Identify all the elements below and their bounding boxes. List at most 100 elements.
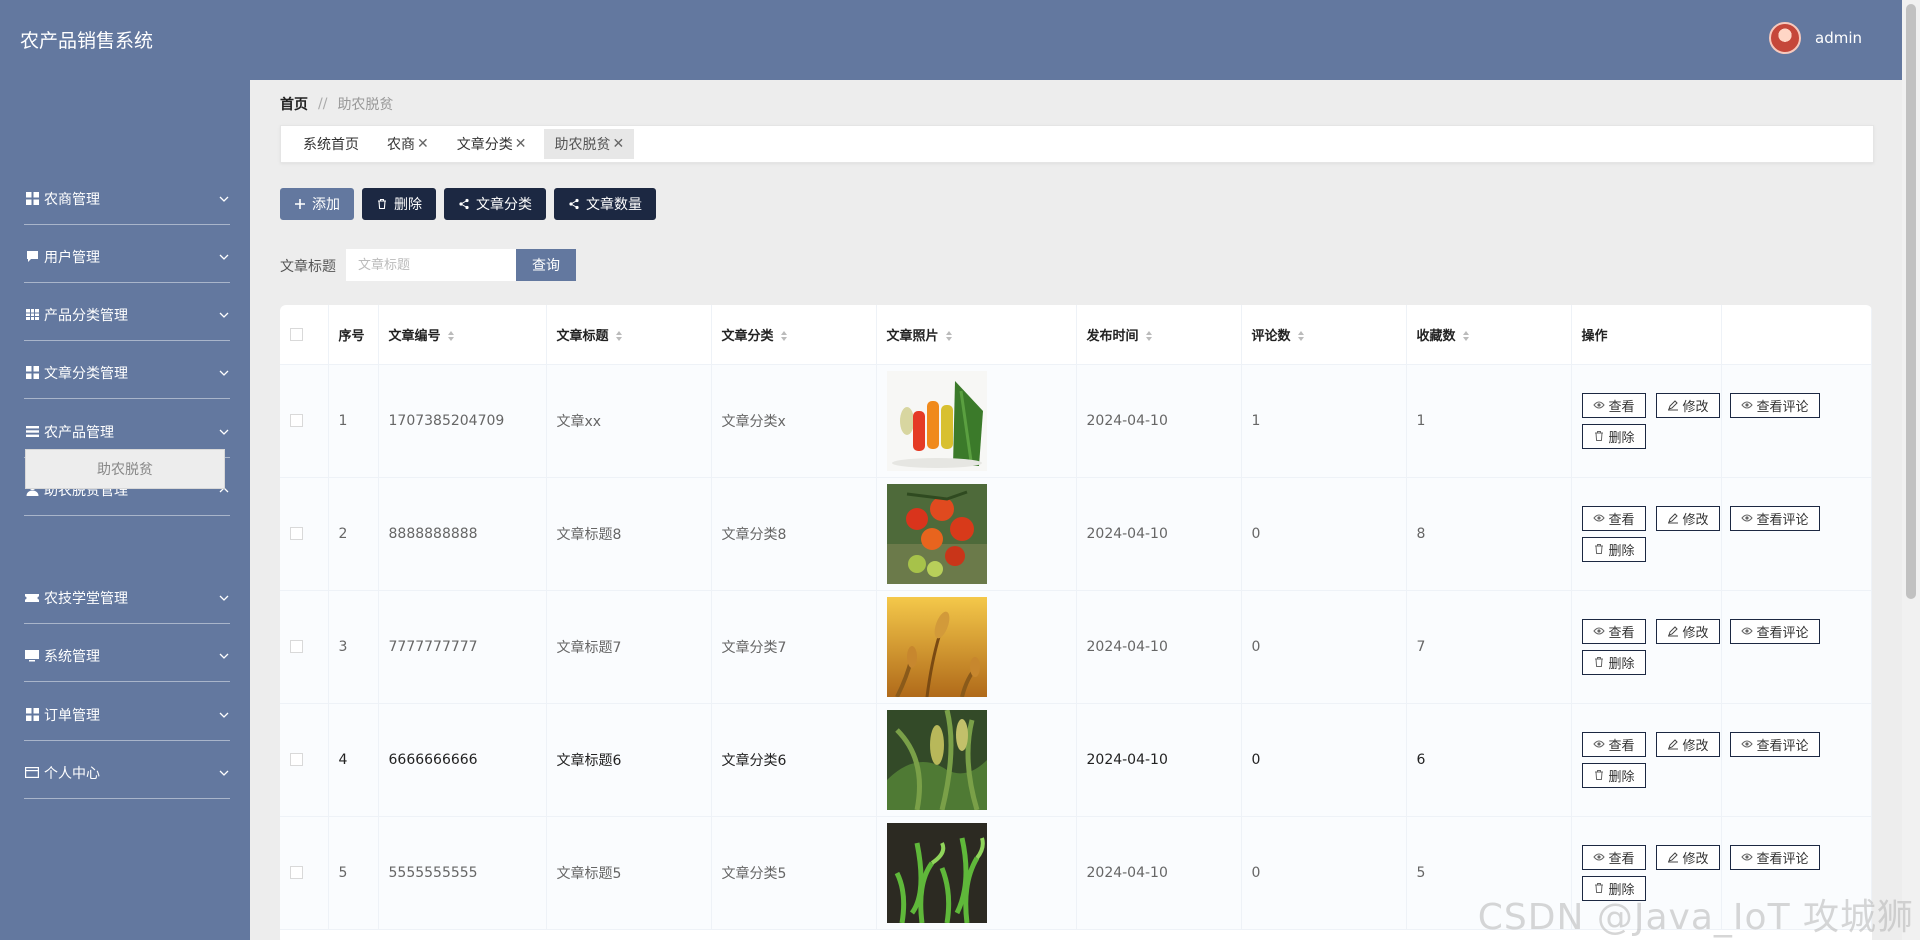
view-button[interactable]: 查看 (1581, 618, 1646, 644)
column-header-photo[interactable]: 文章照片 (876, 305, 1077, 365)
sort-icon[interactable] (1462, 330, 1470, 342)
sidebar-item-system[interactable]: 系统管理 (24, 630, 230, 682)
edit-button-label: 修改 (1682, 625, 1709, 641)
tab-1[interactable]: 农商 ✕ (377, 129, 439, 159)
sidebar-item-order[interactable]: 订单管理 (24, 689, 230, 741)
search-input[interactable] (346, 249, 516, 281)
tab-3[interactable]: 助农脱贫 ✕ (544, 129, 635, 159)
comments-cell: 1 (1241, 364, 1407, 478)
index-cell: 5 (328, 816, 379, 930)
row-checkbox[interactable] (290, 414, 303, 427)
date-cell: 2024-04-10 (1076, 364, 1242, 478)
sidebar-item-article-category[interactable]: 文章分类管理 (24, 347, 230, 399)
table-row[interactable]: 3 7777777777 文章标题7 文章分类7 2024-04-10 0 7 查看 修改 查看评… (280, 590, 1872, 704)
edit-button-label: 修改 (1682, 851, 1709, 867)
sidebar-item-label: 订单管理 (44, 707, 100, 724)
column-header-comments[interactable]: 评论数 (1241, 305, 1407, 365)
edit-icon (1667, 739, 1678, 750)
column-header-code[interactable]: 文章编号 (378, 305, 547, 365)
avatar[interactable] (1769, 22, 1801, 54)
view-comments-button[interactable]: 查看评论 (1729, 505, 1820, 531)
card-icon (24, 765, 40, 781)
eye-icon (1592, 401, 1605, 409)
close-icon[interactable]: ✕ (417, 136, 429, 152)
view-button[interactable]: 查看 (1581, 844, 1646, 870)
edit-button[interactable]: 修改 (1655, 844, 1720, 870)
column-header-category[interactable]: 文章分类 (711, 305, 877, 365)
column-header-favorites[interactable]: 收藏数 (1406, 305, 1572, 365)
sidebar-item-label: 产品分类管理 (44, 307, 128, 324)
spacer-cell (1721, 477, 1872, 591)
row-delete-button[interactable]: 删除 (1581, 762, 1646, 788)
article-photo (886, 709, 987, 810)
row-delete-button[interactable]: 删除 (1581, 649, 1646, 675)
view-comments-button-label: 查看评论 (1756, 851, 1809, 867)
view-comments-button[interactable]: 查看评论 (1729, 618, 1820, 644)
column-header-title[interactable]: 文章标题 (546, 305, 712, 365)
add-button[interactable]: 添加 (280, 188, 354, 220)
sort-icon[interactable] (1297, 330, 1305, 342)
close-icon[interactable]: ✕ (515, 136, 527, 152)
article-count-button[interactable]: 文章数量 (554, 188, 656, 220)
tab-0[interactable]: 系统首页 (293, 129, 369, 159)
submenu-item-poverty-relief[interactable]: 助农脱贫 (25, 449, 225, 489)
close-icon[interactable]: ✕ (612, 136, 624, 152)
sidebar-item-merchant[interactable]: 农商管理 (24, 173, 230, 225)
select-all-checkbox[interactable] (290, 327, 303, 341)
table-row[interactable]: 4 6666666666 文章标题6 文章分类6 2024-04-10 0 6 查看 修改 查看评… (280, 703, 1872, 817)
sidebar-item-product-category[interactable]: 产品分类管理 (24, 289, 230, 341)
app-title: 农产品销售系统 (20, 30, 154, 52)
tab-2[interactable]: 文章分类 ✕ (447, 129, 537, 159)
row-delete-button[interactable]: 删除 (1581, 536, 1646, 562)
sort-icon[interactable] (780, 330, 788, 342)
breadcrumb-home[interactable]: 首页 (280, 94, 308, 114)
view-comments-button[interactable]: 查看评论 (1729, 392, 1820, 418)
sort-icon[interactable] (945, 330, 953, 342)
user-name[interactable]: admin (1815, 29, 1862, 47)
column-header-label: 操作 (1581, 328, 1608, 344)
sidebar-item-label: 农商管理 (44, 191, 100, 208)
page-scrollbar[interactable] (1902, 0, 1920, 940)
view-button[interactable]: 查看 (1581, 392, 1646, 418)
sort-icon[interactable] (615, 330, 623, 342)
column-header-date[interactable]: 发布时间 (1076, 305, 1242, 365)
sidebar: 农商管理 用户管理 产品分类管理 文章分类管理 农产品管理 助农脱贫管理 农技学堂管理 系统管… (0, 80, 250, 940)
table-row[interactable]: 2 8888888888 文章标题8 文章分类8 2024-04-10 0 8 查看 修改 查看评… (280, 477, 1872, 591)
row-checkbox[interactable] (290, 753, 303, 766)
row-delete-button-label: 删除 (1608, 543, 1635, 559)
user-menu[interactable]: admin (1769, 22, 1862, 54)
table-row[interactable]: 1 1707385204709 文章xx 文章分类x 2024-04-10 1 1 查看 修改查… (280, 364, 1872, 478)
edit-button[interactable]: 修改 (1655, 505, 1720, 531)
edit-button[interactable]: 修改 (1655, 731, 1720, 757)
grid-icon (24, 191, 40, 207)
index-cell: 4 (328, 703, 379, 817)
view-button[interactable]: 查看 (1581, 731, 1646, 757)
trash-icon (1594, 657, 1603, 667)
watermark: CSDN @Java_IoT 攻城狮 (1477, 897, 1914, 938)
sidebar-item-agri-school[interactable]: 农技学堂管理 (24, 572, 230, 624)
sidebar-item-label: 个人中心 (44, 765, 100, 782)
eye-icon (1592, 740, 1605, 748)
article-category-button[interactable]: 文章分类 (444, 188, 546, 220)
scrollbar-thumb[interactable] (1906, 4, 1916, 599)
row-checkbox[interactable] (290, 640, 303, 653)
tab-label: 文章分类 (456, 137, 513, 153)
edit-button[interactable]: 修改 (1655, 618, 1720, 644)
search-button[interactable]: 查询 (516, 249, 576, 281)
photo-cell (876, 590, 1077, 704)
trash-icon (378, 198, 386, 210)
view-comments-button[interactable]: 查看评论 (1729, 844, 1820, 870)
sort-icon[interactable] (1145, 330, 1153, 342)
edit-button[interactable]: 修改 (1655, 392, 1720, 418)
sidebar-item-user[interactable]: 用户管理 (24, 231, 230, 283)
row-checkbox[interactable] (290, 527, 303, 540)
eye-icon (1740, 627, 1753, 635)
sort-icon[interactable] (447, 330, 455, 342)
article-photo (886, 370, 987, 471)
row-delete-button[interactable]: 删除 (1581, 423, 1646, 449)
view-comments-button[interactable]: 查看评论 (1729, 731, 1820, 757)
view-button[interactable]: 查看 (1581, 505, 1646, 531)
row-checkbox[interactable] (290, 866, 303, 879)
sidebar-item-profile[interactable]: 个人中心 (24, 747, 230, 799)
delete-button[interactable]: 删除 (362, 188, 436, 220)
